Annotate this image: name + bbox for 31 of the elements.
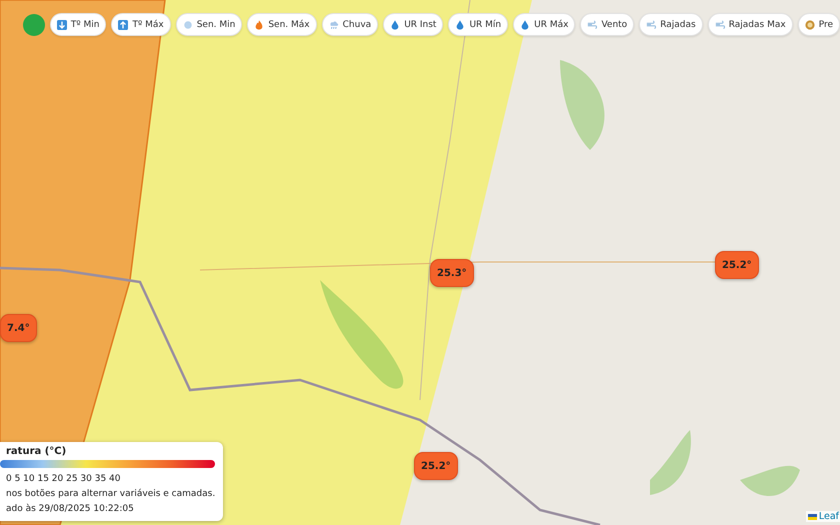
droplet-icon bbox=[390, 20, 400, 30]
temperature-marker[interactable]: 25.2° bbox=[715, 251, 759, 279]
variable-button[interactable]: Chuva bbox=[322, 13, 378, 36]
temperature-marker[interactable]: 25.2° bbox=[414, 452, 458, 480]
wind-icon bbox=[714, 20, 725, 30]
rain-cloud-icon bbox=[328, 20, 339, 30]
legend-title: ratura (°C) bbox=[6, 446, 68, 457]
variable-button[interactable]: Rajadas bbox=[639, 13, 703, 36]
variable-button[interactable]: Sen. Min bbox=[176, 13, 242, 36]
temperature-marker[interactable]: 7.4° bbox=[0, 314, 37, 342]
droplet-icon bbox=[520, 20, 530, 30]
variable-button[interactable]: Rajadas Max bbox=[708, 13, 793, 36]
flag-icon bbox=[808, 514, 817, 520]
variable-button[interactable]: Tº Máx bbox=[111, 13, 171, 36]
down-arrow-icon bbox=[56, 20, 67, 30]
legend-hint: nos botões para alternar variáveis e camadas. bbox=[6, 488, 216, 501]
variable-button[interactable]: Sen. Máx bbox=[247, 13, 317, 36]
variable-button[interactable]: UR Máx bbox=[513, 13, 576, 36]
variable-button[interactable]: UR Inst bbox=[383, 13, 444, 36]
flame-icon bbox=[254, 20, 264, 30]
variable-button[interactable]: Tº Min bbox=[50, 13, 106, 36]
up-arrow-icon bbox=[118, 20, 128, 30]
wind-icon bbox=[587, 20, 598, 30]
gauge-icon bbox=[804, 20, 815, 30]
scale-labels: 0 5 10 15 20 25 30 35 40 bbox=[6, 473, 122, 486]
wind-icon bbox=[646, 20, 656, 30]
temperature-marker[interactable]: 25.3° bbox=[430, 259, 474, 287]
variable-button[interactable]: Vento bbox=[580, 13, 634, 36]
update-time: ado às 29/08/2025 10:22:05 bbox=[6, 502, 134, 516]
droplet-icon bbox=[455, 20, 466, 30]
variable-button[interactable]: UR Mín bbox=[448, 13, 508, 36]
